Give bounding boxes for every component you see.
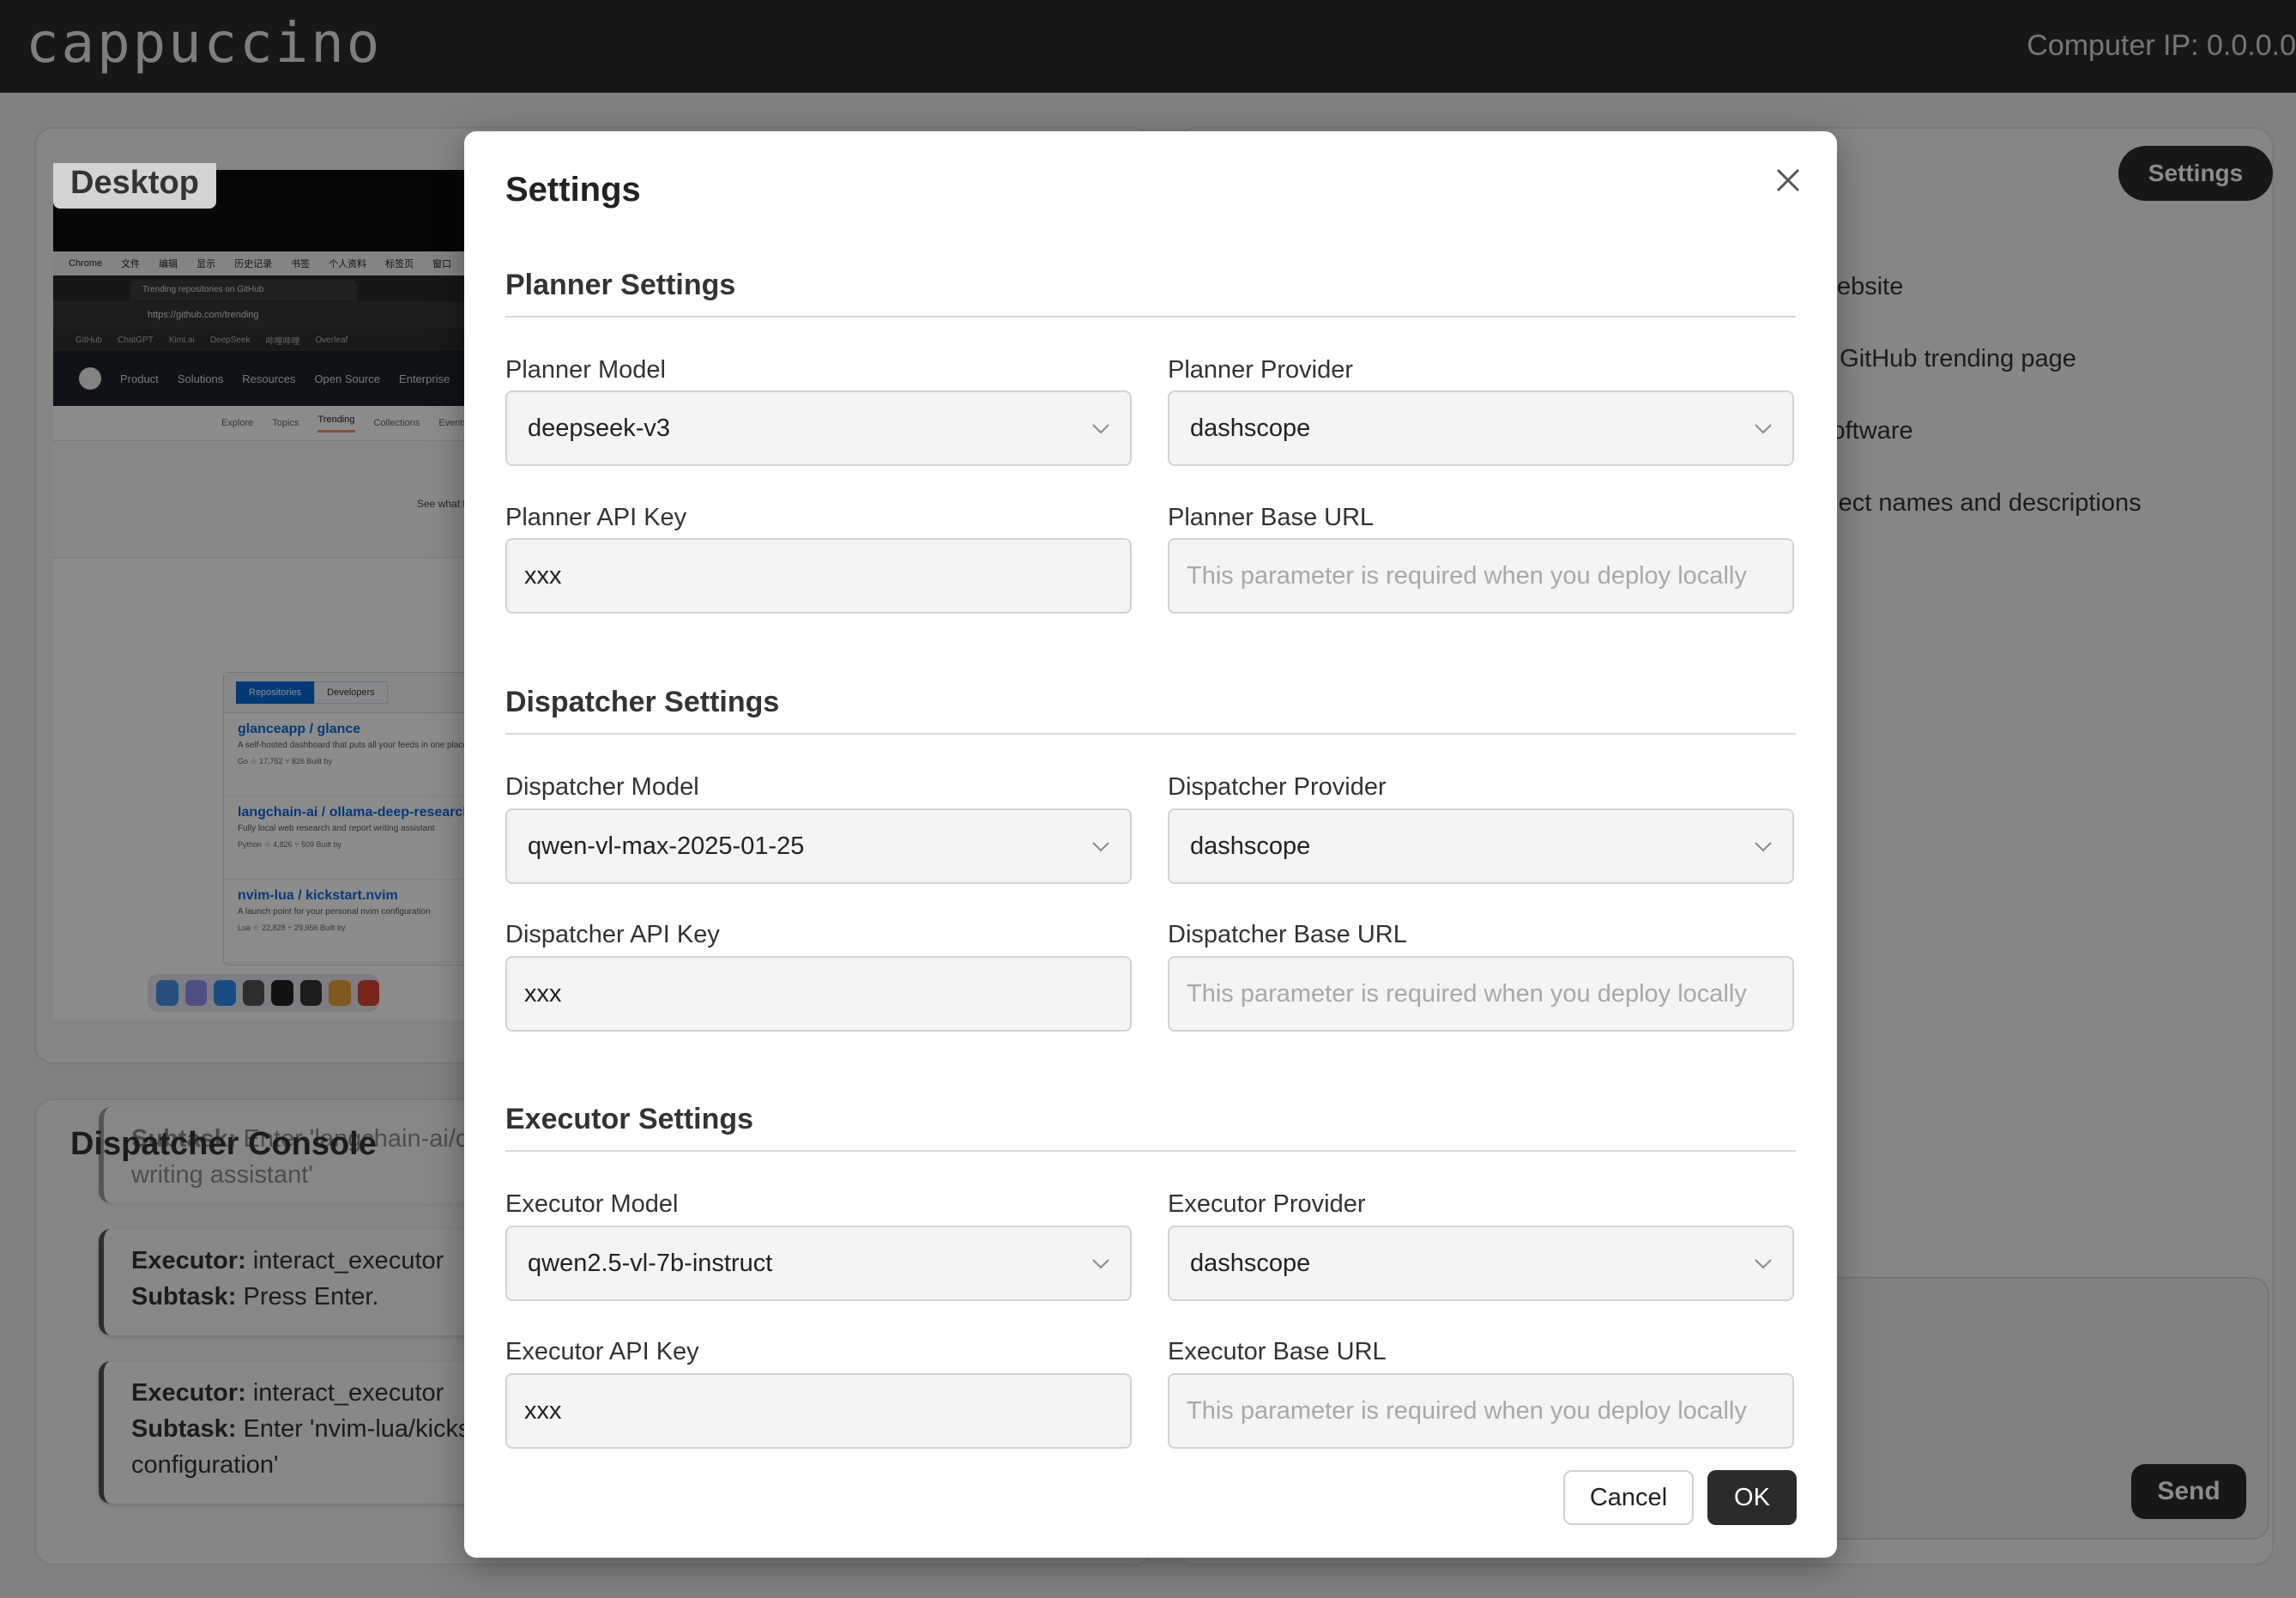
chevron-down-icon (1755, 1259, 1772, 1269)
section-divider (505, 1150, 1796, 1152)
chevron-down-icon (1755, 842, 1772, 852)
dispatcher-model-value: qwen-vl-max-2025-01-25 (528, 832, 805, 860)
dispatcher-model-label: Dispatcher Model (505, 773, 699, 801)
dispatcher-api-key-label: Dispatcher API Key (505, 921, 720, 948)
dispatcher-model-select[interactable]: qwen-vl-max-2025-01-25 (505, 808, 1132, 884)
executor-model-value: qwen2.5-vl-7b-instruct (528, 1250, 773, 1277)
planner-section-title: Planner Settings (505, 269, 736, 301)
dispatcher-base-url-label: Dispatcher Base URL (1168, 921, 1407, 948)
planner-model-select[interactable]: deepseek-v3 (505, 390, 1132, 466)
dispatcher-section-title: Dispatcher Settings (505, 686, 780, 718)
section-divider (505, 733, 1796, 735)
chevron-down-icon (1092, 1259, 1109, 1269)
planner-provider-value: dashscope (1190, 415, 1311, 442)
desktop-title: Desktop (53, 163, 216, 209)
executor-provider-label: Executor Provider (1168, 1190, 1366, 1218)
planner-api-key-label: Planner API Key (505, 504, 687, 531)
cancel-button[interactable]: Cancel (1563, 1470, 1694, 1525)
chevron-down-icon (1092, 842, 1109, 852)
section-divider (505, 316, 1796, 318)
planner-provider-label: Planner Provider (1168, 356, 1353, 384)
dispatcher-provider-label: Dispatcher Provider (1168, 773, 1387, 801)
executor-section-title: Executor Settings (505, 1103, 754, 1135)
planner-provider-select[interactable]: dashscope (1168, 390, 1794, 466)
planner-model-label: Planner Model (505, 356, 666, 384)
executor-api-key-input[interactable]: xxx (505, 1373, 1132, 1449)
planner-model-value: deepseek-v3 (528, 415, 671, 442)
executor-base-url-input[interactable]: This parameter is required when you depl… (1168, 1373, 1794, 1449)
executor-model-label: Executor Model (505, 1190, 679, 1218)
executor-provider-select[interactable]: dashscope (1168, 1226, 1794, 1301)
planner-base-url-label: Planner Base URL (1168, 504, 1375, 531)
executor-base-url-label: Executor Base URL (1168, 1338, 1387, 1365)
dispatcher-provider-value: dashscope (1190, 832, 1311, 860)
close-icon (1776, 168, 1800, 192)
executor-api-key-label: Executor API Key (505, 1338, 699, 1365)
planner-api-key-input[interactable]: xxx (505, 538, 1132, 614)
executor-model-select[interactable]: qwen2.5-vl-7b-instruct (505, 1226, 1132, 1301)
ok-button[interactable]: OK (1707, 1470, 1797, 1525)
executor-provider-value: dashscope (1190, 1250, 1311, 1277)
close-button[interactable] (1767, 159, 1810, 202)
settings-modal: Settings Planner Settings Planner Model … (464, 131, 1837, 1558)
chevron-down-icon (1092, 424, 1109, 434)
planner-base-url-input[interactable]: This parameter is required when you depl… (1168, 538, 1794, 614)
chevron-down-icon (1755, 424, 1772, 434)
dispatcher-base-url-input[interactable]: This parameter is required when you depl… (1168, 956, 1794, 1032)
dispatcher-api-key-input[interactable]: xxx (505, 956, 1132, 1032)
dispatcher-provider-select[interactable]: dashscope (1168, 808, 1794, 884)
modal-title: Settings (505, 171, 641, 209)
